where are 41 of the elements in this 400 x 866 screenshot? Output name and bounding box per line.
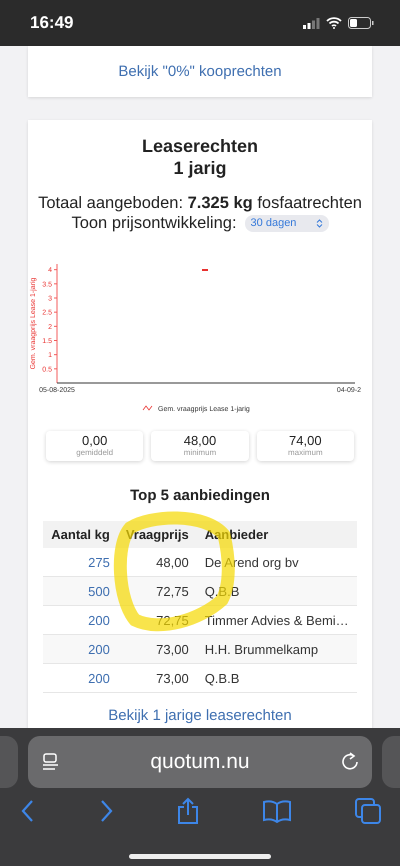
back-icon[interactable]	[20, 799, 36, 823]
tab-preview	[0, 736, 18, 788]
card-title: Leaserechten	[142, 135, 258, 157]
period-select[interactable]: 30 dagen	[244, 214, 329, 232]
share-icon[interactable]	[176, 797, 200, 825]
table-cell[interactable]: 500	[43, 576, 118, 606]
stat-value: 74,00	[289, 434, 322, 448]
table-cell[interactable]: 275	[43, 548, 118, 576]
table-cell[interactable]: 200	[43, 634, 118, 664]
reload-icon[interactable]	[340, 752, 360, 772]
table-cell: Q.B.B	[196, 664, 357, 692]
total-text: Totaal aangeboden: 7.325 kg fosfaatrechten	[38, 193, 362, 213]
stat-value: 0,00	[82, 434, 108, 448]
signal-icon	[303, 18, 320, 28]
stat-value: 48,00	[184, 434, 216, 448]
table-cell: 73,00	[118, 664, 197, 692]
stat-label: gemiddeld	[76, 448, 114, 458]
link[interactable]: Bekijk "0%" kooprechten	[118, 63, 282, 80]
tab-preview	[382, 736, 400, 788]
address-bar[interactable]: quotum.nu	[28, 736, 372, 788]
table-cell[interactable]: 200	[43, 606, 118, 634]
chevron-icon	[316, 218, 323, 228]
forward-icon[interactable]	[98, 799, 114, 823]
card-subtitle: 1 jarig	[173, 157, 227, 179]
stat-label: maximum	[288, 448, 323, 458]
table-cell: 73,00	[118, 634, 197, 664]
period-label: Toon prijsontwikkeling:	[71, 213, 237, 233]
battery-icon	[348, 17, 374, 29]
column-header: Aantal kg	[43, 521, 118, 548]
status-time: 16:49	[30, 13, 74, 33]
stat-label: minimum	[184, 448, 216, 458]
tabs-icon[interactable]	[354, 797, 382, 825]
table-cell[interactable]: 200	[43, 664, 118, 692]
section-title: Top 5 aanbiedingen	[130, 486, 270, 506]
table-cell: H.H. Brummelkamp	[196, 634, 357, 664]
url-text: quotum.nu	[150, 750, 250, 774]
wifi-icon	[326, 17, 342, 29]
table-cell: Timmer Advies & Bemi…	[196, 606, 357, 634]
reader-icon[interactable]	[42, 752, 60, 772]
link[interactable]: Bekijk 1 jarige leaserechten	[108, 707, 292, 724]
bookmarks-icon[interactable]	[262, 799, 292, 823]
